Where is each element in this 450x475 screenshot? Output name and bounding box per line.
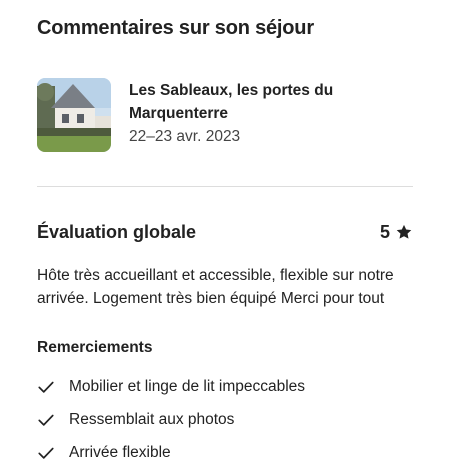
list-item: Arrivée flexible <box>37 442 417 464</box>
rating-value: 5 <box>379 222 390 242</box>
thanks-item-label: Arrivée flexible <box>69 444 171 461</box>
list-item: Mobilier et linge de lit impeccables <box>37 376 417 398</box>
listing-card[interactable]: Les Sableaux, les portes du Marquenterre… <box>37 78 413 154</box>
divider <box>37 186 413 187</box>
thanks-item-label: Ressemblait aux photos <box>69 411 235 428</box>
overall-rating-title: Évaluation globale <box>37 222 197 242</box>
overall-rating: 5 <box>380 220 413 244</box>
thanks-list: Mobilier et linge de lit impeccables Res… <box>37 376 417 475</box>
check-icon <box>38 414 54 426</box>
check-icon <box>38 447 54 459</box>
listing-photo <box>37 78 111 152</box>
list-item: Ressemblait aux photos <box>37 409 417 431</box>
check-icon <box>38 381 54 393</box>
listing-name: Les Sableaux, les portes du Marquenterre <box>129 82 334 122</box>
listing-dates: 22–23 avr. 2023 <box>129 128 241 145</box>
page-title: Commentaires sur son séjour <box>37 17 314 39</box>
star-icon <box>396 224 412 239</box>
review-text: Hôte très accueillant et accessible, fle… <box>37 267 394 307</box>
thanks-item-label: Mobilier et linge de lit impeccables <box>69 378 306 395</box>
thanks-title: Remerciements <box>37 339 153 356</box>
